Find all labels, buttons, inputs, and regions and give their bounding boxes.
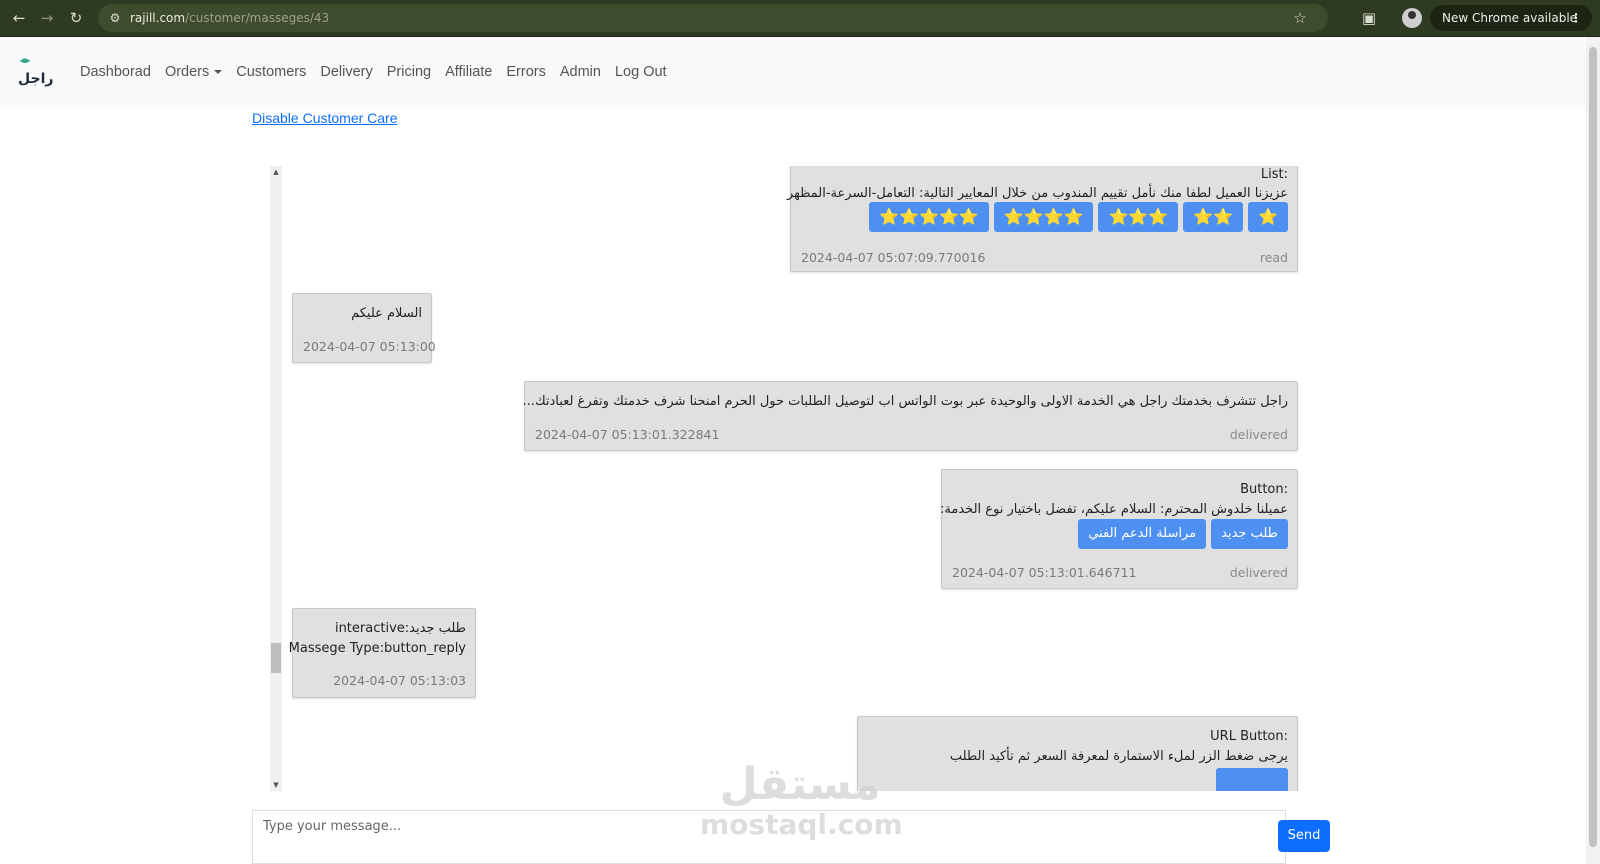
nav-logout[interactable]: Log Out <box>615 64 667 80</box>
message-status: read <box>1259 250 1288 265</box>
nav-customers[interactable]: Customers <box>236 64 306 80</box>
forward-icon[interactable]: → <box>36 7 58 29</box>
disable-customer-care-link[interactable]: Disable Customer Care <box>252 110 398 126</box>
message-status: delivered <box>1229 427 1288 442</box>
chrome-update-label: New Chrome available <box>1442 11 1578 25</box>
message-url-button-outgoing: URL Button: يرجى ضغط الزر لملء الاستمارة… <box>857 716 1298 791</box>
message-text: راجل تتشرف بخدمتك راجل هي الخدمة الاولى … <box>522 394 1288 409</box>
message-input[interactable] <box>253 811 1273 841</box>
send-button[interactable]: Send <box>1278 820 1330 852</box>
message-text: السلام عليكم <box>351 306 422 321</box>
nav-admin[interactable]: Admin <box>560 64 601 80</box>
profile-avatar[interactable] <box>1402 8 1422 28</box>
address-bar[interactable]: ⚙ rajill.com/customer/masseges/43 ☆ <box>98 4 1328 32</box>
chat-messages-area[interactable]: List: عزيزنا العميل لطفا منك نأمل تقييم … <box>252 166 1312 791</box>
message-subtext: Massege Type:button_reply <box>288 641 466 656</box>
rating-3-star-button[interactable]: ⭐⭐⭐ <box>1098 202 1179 232</box>
message-timestamp: 2024-04-07 05:13:01.322841 <box>535 427 720 442</box>
nav-orders-dropdown[interactable]: Orders <box>164 64 223 80</box>
url-host: rajill.com <box>130 11 186 25</box>
reload-icon[interactable]: ↻ <box>65 7 87 29</box>
nav-orders-label: Orders <box>164 64 210 80</box>
message-timestamp: 2024-04-07 05:13:01.646711 <box>952 565 1137 580</box>
message-text: يرجى ضغط الزر لملء الاستمارة لمعرفة السع… <box>949 749 1288 764</box>
message-input-wrapper <box>252 810 1286 864</box>
message-timestamp: 2024-04-07 05:07:09.770016 <box>801 250 986 265</box>
more-menu-icon[interactable]: ⋮ <box>1570 5 1582 31</box>
message-list-outgoing: List: عزيزنا العميل لطفا منك نأمل تقييم … <box>786 166 1298 272</box>
caret-down-icon <box>214 70 223 75</box>
page-scrollbar[interactable] <box>1586 37 1600 864</box>
brand-text: راجل <box>18 71 53 87</box>
message-incoming: السلام عليكم 2024-04-07 05:13:00 <box>292 293 436 363</box>
message-timestamp: 2024-04-07 05:13:03 <box>333 673 466 688</box>
nav-affiliate[interactable]: Affiliate <box>445 64 492 80</box>
contact-support-button[interactable]: مراسلة الدعم الفني <box>1078 519 1207 549</box>
rating-buttons: ⭐ ⭐⭐ ⭐⭐⭐ ⭐⭐⭐⭐ ⭐⭐⭐⭐⭐ <box>864 202 1288 232</box>
service-buttons: طلب جديد مراسلة الدعم الفني <box>1073 519 1288 549</box>
nav-errors[interactable]: Errors <box>506 64 545 80</box>
nav-dashboard[interactable]: Dashborad <box>80 64 151 80</box>
new-order-button[interactable]: طلب جديد <box>1211 519 1288 549</box>
nav-delivery[interactable]: Delivery <box>320 64 372 80</box>
chrome-update-button[interactable]: New Chrome available ⋮ <box>1430 5 1592 31</box>
rating-1-star-button[interactable]: ⭐ <box>1248 202 1288 232</box>
message-incoming-interactive: interactive:طلب جديد Massege Type:button… <box>288 608 476 698</box>
bookmark-star-icon[interactable]: ☆ <box>1290 8 1310 28</box>
nav-pricing[interactable]: Pricing <box>387 64 431 80</box>
message-timestamp: 2024-04-07 05:13:00 <box>303 339 436 354</box>
url-text[interactable]: rajill.com/customer/masseges/43 <box>130 4 329 32</box>
url-path: /customer/masseges/43 <box>185 11 330 25</box>
rating-4-star-button[interactable]: ⭐⭐⭐⭐ <box>993 202 1094 232</box>
message-outgoing: راجل تتشرف بخدمتك راجل هي الخدمة الاولى … <box>522 381 1298 451</box>
message-type-label: URL Button: <box>1210 729 1288 744</box>
app-navbar: راجل Dashborad Orders Customers Delivery… <box>0 37 1585 107</box>
site-settings-icon[interactable]: ⚙ <box>106 9 124 27</box>
rating-2-star-button[interactable]: ⭐⭐ <box>1183 202 1244 232</box>
rating-5-star-button[interactable]: ⭐⭐⭐⭐⭐ <box>869 202 989 232</box>
nav-links: Dashborad Orders Customers Delivery Pric… <box>80 37 681 107</box>
browser-toolbar: ← → ↻ ⚙ rajill.com/customer/masseges/43 … <box>0 0 1600 37</box>
url-form-button[interactable] <box>1216 768 1288 791</box>
message-text: interactive:طلب جديد <box>334 621 466 636</box>
message-type-label: List: <box>1260 167 1288 182</box>
message-type-label: Button: <box>1240 482 1288 497</box>
back-icon[interactable]: ← <box>8 7 30 29</box>
message-text: عميلنا خلدوش المحترم: السلام عليكم، تفضل… <box>940 502 1288 517</box>
brand-logo[interactable]: راجل <box>16 55 56 89</box>
message-text: عزيزنا العميل لطفا منك نأمل تقييم المندو… <box>786 186 1288 201</box>
url-buttons <box>1211 768 1288 791</box>
page-scroll-thumb[interactable] <box>1589 47 1597 847</box>
message-status: delivered <box>1229 565 1288 580</box>
extensions-icon[interactable]: ▣ <box>1358 7 1380 29</box>
message-button-outgoing: Button: عميلنا خلدوش المحترم: السلام علي… <box>940 469 1298 589</box>
